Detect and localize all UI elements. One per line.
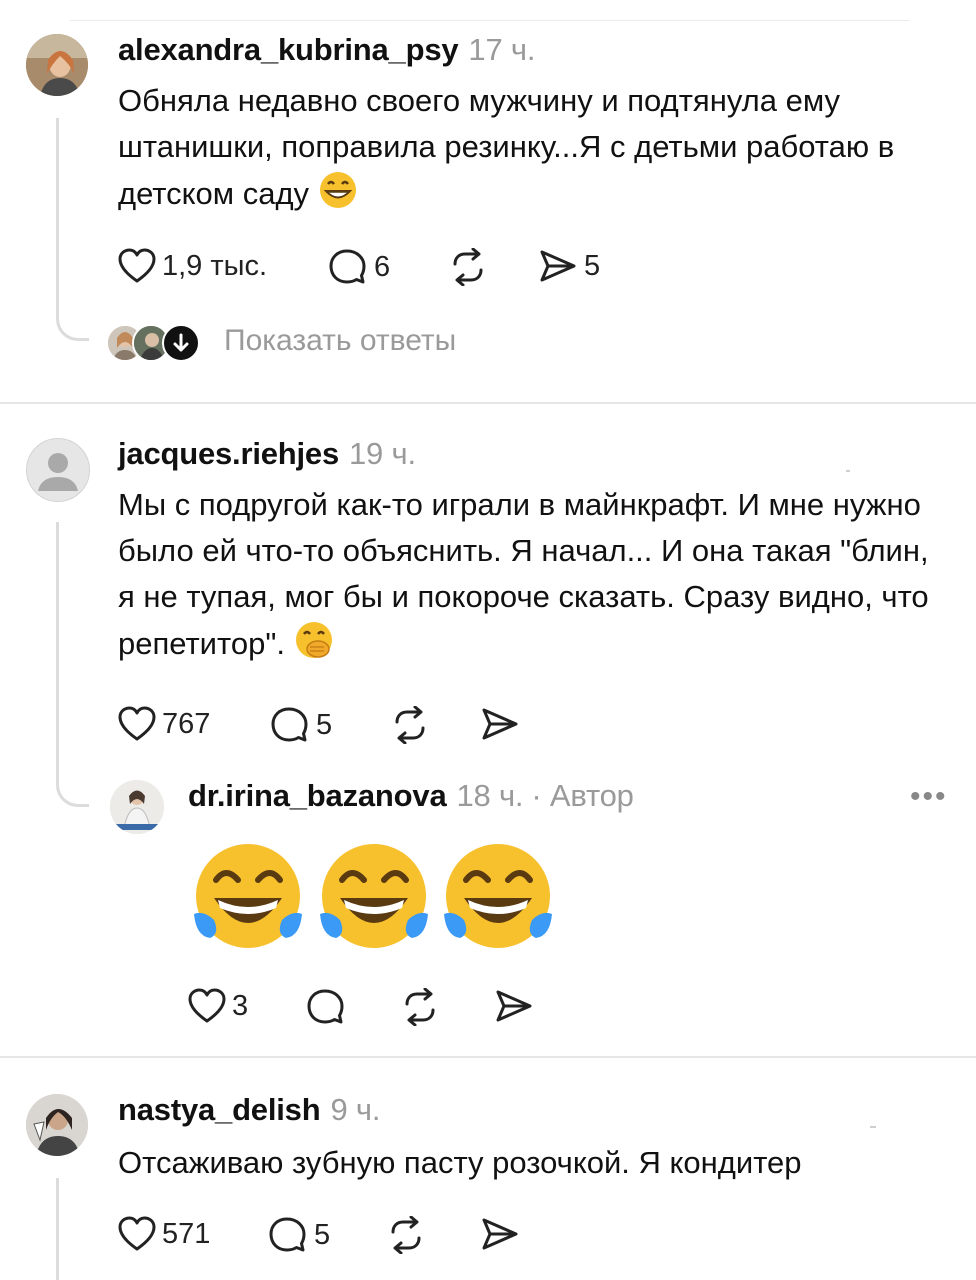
send-icon bbox=[496, 990, 532, 1022]
share-button[interactable] bbox=[494, 988, 534, 1024]
username[interactable]: jacques.riehjes bbox=[118, 436, 339, 471]
reply-count: 5 bbox=[316, 708, 333, 741]
like-button[interactable]: 571 bbox=[118, 1216, 210, 1252]
avatar[interactable] bbox=[110, 780, 164, 834]
comment-bubble-icon bbox=[271, 707, 308, 742]
like-count: 1,9 тыс. bbox=[162, 249, 268, 282]
tears-of-joy-emoji bbox=[194, 844, 302, 948]
reply-emoji-row bbox=[190, 840, 570, 960]
reply-button[interactable]: 6 bbox=[328, 248, 390, 286]
heart-icon bbox=[188, 988, 226, 1023]
comment-bubble-icon bbox=[307, 989, 344, 1024]
comment-2: jacques.riehjes 19 ч. Мы с подругой как-т… bbox=[0, 404, 976, 1054]
reply-button[interactable]: 5 bbox=[268, 1216, 330, 1254]
send-icon bbox=[482, 1218, 518, 1250]
like-button[interactable]: 3 bbox=[188, 988, 248, 1024]
default-user-icon bbox=[38, 453, 78, 491]
comment-3: nastya_delish 9 ч. Отсаживаю зубную пасту… bbox=[0, 1058, 976, 1280]
tears-of-joy-emoji bbox=[444, 844, 552, 948]
thread-curve bbox=[56, 312, 89, 341]
repost-button[interactable] bbox=[386, 1216, 426, 1254]
comment-1: alexandra_kubrina_psy 17 ч. Обняла недавн… bbox=[0, 0, 976, 400]
heart-icon bbox=[118, 1216, 156, 1251]
avatar[interactable] bbox=[26, 1094, 88, 1156]
share-button[interactable] bbox=[480, 1216, 520, 1252]
heart-icon bbox=[118, 706, 156, 741]
share-count: 5 bbox=[584, 249, 601, 282]
like-button[interactable]: 767 bbox=[118, 706, 210, 742]
like-count: 3 bbox=[232, 989, 249, 1022]
reply-button[interactable]: 5 bbox=[270, 706, 332, 744]
arrow-down-icon bbox=[162, 324, 200, 362]
comment-text: Отсаживаю зубную пасту розочкой. Я конди… bbox=[118, 1145, 802, 1180]
share-button[interactable]: 5 bbox=[538, 248, 600, 284]
repost-icon bbox=[453, 248, 483, 286]
avatar[interactable] bbox=[26, 438, 90, 502]
username[interactable]: alexandra_kubrina_psy bbox=[118, 32, 459, 67]
comment-bubble-icon bbox=[329, 249, 366, 284]
avatar[interactable] bbox=[26, 34, 88, 96]
reply-button[interactable] bbox=[306, 988, 346, 1026]
reply-comment: dr.irina_bazanova 18 ч. · Автор ••• 3 bbox=[0, 774, 976, 1034]
more-options-button[interactable]: ••• bbox=[910, 780, 948, 814]
repost-button[interactable] bbox=[448, 248, 488, 286]
reply-count: 5 bbox=[314, 1218, 331, 1251]
share-button[interactable] bbox=[480, 706, 520, 742]
repost-icon bbox=[391, 1216, 421, 1254]
like-count: 767 bbox=[162, 707, 211, 740]
repost-icon bbox=[405, 988, 435, 1026]
comment-text: Мы с подругой как-то играли в майнкрафт.… bbox=[118, 487, 929, 661]
like-button[interactable]: 1,9 тыс. bbox=[118, 248, 267, 284]
timestamp: 9 ч. bbox=[330, 1092, 381, 1127]
timestamp: 19 ч. bbox=[349, 436, 416, 471]
tears-of-joy-emoji bbox=[320, 844, 428, 948]
thread-line bbox=[56, 1178, 59, 1280]
reply-count: 6 bbox=[374, 250, 391, 283]
username[interactable]: nastya_delish bbox=[118, 1092, 321, 1127]
timestamp: 17 ч. bbox=[468, 32, 536, 67]
repost-button[interactable] bbox=[400, 988, 440, 1026]
menu-dash bbox=[870, 1126, 876, 1128]
repost-button[interactable] bbox=[390, 706, 430, 744]
thread-line bbox=[56, 118, 59, 316]
send-icon bbox=[540, 250, 576, 282]
send-icon bbox=[482, 708, 518, 740]
comment-bubble-icon bbox=[269, 1217, 306, 1252]
repost-icon bbox=[395, 706, 425, 744]
thread-line bbox=[56, 522, 59, 782]
timestamp: 18 ч. bbox=[456, 778, 524, 813]
show-replies-label[interactable]: Показать ответы bbox=[224, 324, 456, 358]
like-count: 571 bbox=[162, 1217, 211, 1250]
comment-text: Обняла недавно своего мужчину и подтянул… bbox=[118, 83, 895, 211]
face-with-hand-over-mouth-emoji bbox=[294, 620, 334, 673]
grinning-face-emoji bbox=[318, 170, 358, 223]
author-badge: · Автор bbox=[531, 778, 634, 813]
username[interactable]: dr.irina_bazanova bbox=[188, 778, 447, 813]
menu-dash bbox=[846, 470, 850, 472]
show-replies-row[interactable]: Показать ответы bbox=[106, 322, 526, 362]
heart-icon bbox=[118, 248, 156, 283]
